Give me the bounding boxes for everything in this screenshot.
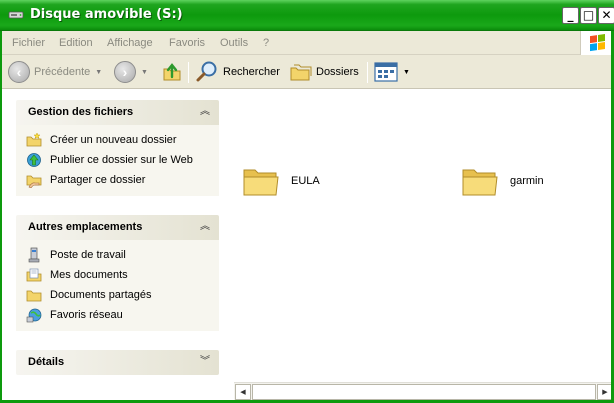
back-button[interactable]: ‹ Précédente ▼ xyxy=(8,55,102,89)
menu-affichage[interactable]: Affichage xyxy=(107,37,153,49)
back-dropdown-icon[interactable]: ▼ xyxy=(95,69,102,76)
folder-icon xyxy=(243,169,279,196)
removable-drive-icon xyxy=(8,11,24,19)
task-publish-web-label: Publier ce dossier sur le Web xyxy=(50,154,193,166)
my-documents-icon xyxy=(26,268,42,282)
folder-item[interactable]: garmin xyxy=(461,164,544,198)
toolbar-separator xyxy=(188,62,189,83)
folder-item[interactable]: EULA xyxy=(242,164,320,198)
forward-dropdown-icon[interactable]: ▼ xyxy=(141,69,148,76)
place-my-computer-label: Poste de travail xyxy=(50,249,126,261)
menu-help[interactable]: ? xyxy=(263,37,269,49)
my-computer-icon xyxy=(28,247,40,263)
task-publish-web[interactable]: Publier ce dossier sur le Web xyxy=(16,150,219,170)
task-pane: Gestion des fichiers ︽ Créer un nouveau … xyxy=(0,90,230,403)
details-header[interactable]: Détails ︾ xyxy=(16,350,219,375)
close-button[interactable]: ✕ xyxy=(598,7,614,24)
search-icon xyxy=(196,61,217,82)
network-favorites-icon xyxy=(26,308,42,323)
task-share-folder[interactable]: Partager ce dossier xyxy=(16,170,219,190)
file-tasks-panel: Gestion des fichiers ︽ Créer un nouveau … xyxy=(16,100,219,196)
back-arrow-icon: ‹ xyxy=(8,61,30,83)
minimize-button[interactable]: _ xyxy=(562,7,579,24)
forward-arrow-icon: › xyxy=(114,61,136,83)
task-share-folder-label: Partager ce dossier xyxy=(50,174,146,186)
folder-label: garmin xyxy=(510,175,544,187)
menu-bar: Fichier Edition Affichage Favoris Outils… xyxy=(0,31,614,55)
task-new-folder[interactable]: Créer un nouveau dossier xyxy=(16,130,219,150)
maximize-button[interactable]: □ xyxy=(580,7,597,24)
explorer-window: Disque amovible (S:) _ □ ✕ Fichier Editi… xyxy=(0,0,614,403)
menu-outils[interactable]: Outils xyxy=(220,37,248,49)
window-title: Disque amovible (S:) xyxy=(30,7,183,22)
folders-button[interactable]: Dossiers xyxy=(290,55,359,89)
toolbar-separator xyxy=(367,62,368,83)
search-label: Rechercher xyxy=(223,66,280,78)
details-panel: Détails ︾ xyxy=(16,350,219,375)
file-tasks-body: Créer un nouveau dossier Publier ce doss… xyxy=(16,125,219,196)
publish-web-icon xyxy=(27,153,41,167)
folder-icon xyxy=(462,169,498,196)
folders-label: Dossiers xyxy=(316,66,359,78)
back-label: Précédente xyxy=(34,66,91,78)
windows-logo xyxy=(580,31,614,55)
file-tasks-title: Gestion des fichiers xyxy=(28,106,134,118)
search-button[interactable]: Rechercher xyxy=(195,55,280,89)
details-title: Détails xyxy=(28,356,65,368)
other-places-panel: Autres emplacements ︽ Poste de travail M… xyxy=(16,215,219,331)
other-places-body: Poste de travail Mes documents Documents… xyxy=(16,240,219,331)
scroll-left-icon[interactable]: ◀ xyxy=(235,384,251,400)
place-network-favorites[interactable]: Favoris réseau xyxy=(16,305,219,325)
window-border-left xyxy=(0,31,2,403)
place-shared-documents[interactable]: Documents partagés xyxy=(16,285,219,305)
expand-chevron-icon[interactable]: ︾ xyxy=(197,354,213,370)
folders-icon xyxy=(290,64,312,81)
windows-flag-icon xyxy=(590,34,606,52)
file-tasks-header[interactable]: Gestion des fichiers ︽ xyxy=(16,100,219,125)
other-places-title: Autres emplacements xyxy=(28,221,143,233)
menu-fichier[interactable]: Fichier xyxy=(12,37,45,49)
other-places-header[interactable]: Autres emplacements ︽ xyxy=(16,215,219,240)
menu-favoris[interactable]: Favoris xyxy=(169,37,205,49)
task-new-folder-label: Créer un nouveau dossier xyxy=(50,134,177,146)
toolbar: ‹ Précédente ▼ › ▼ Rechercher Dossiers ▼ xyxy=(0,55,614,89)
up-folder-icon xyxy=(163,63,181,81)
place-my-documents[interactable]: Mes documents xyxy=(16,265,219,285)
place-my-computer[interactable]: Poste de travail xyxy=(16,245,219,265)
collapse-chevron-icon[interactable]: ︽ xyxy=(197,104,213,120)
folder-label: EULA xyxy=(291,175,320,187)
title-bar[interactable]: Disque amovible (S:) _ □ ✕ xyxy=(0,0,614,31)
views-icon xyxy=(374,62,398,82)
up-folder-button[interactable] xyxy=(161,55,183,89)
horizontal-scrollbar[interactable]: ◀ ▶ xyxy=(234,382,614,400)
scrollbar-thumb[interactable] xyxy=(252,384,596,400)
place-network-favorites-label: Favoris réseau xyxy=(50,309,123,321)
collapse-chevron-icon[interactable]: ︽ xyxy=(197,219,213,235)
file-list-view: EULA garmin xyxy=(230,90,614,382)
views-dropdown-icon[interactable]: ▼ xyxy=(403,69,410,76)
views-button[interactable]: ▼ xyxy=(374,55,410,89)
share-folder-icon xyxy=(26,175,42,188)
new-folder-icon xyxy=(26,132,42,147)
place-shared-documents-label: Documents partagés xyxy=(50,289,152,301)
forward-button[interactable]: › ▼ xyxy=(114,55,148,89)
shared-documents-icon xyxy=(26,290,42,302)
menu-edition[interactable]: Edition xyxy=(59,37,93,49)
place-my-documents-label: Mes documents xyxy=(50,269,128,281)
